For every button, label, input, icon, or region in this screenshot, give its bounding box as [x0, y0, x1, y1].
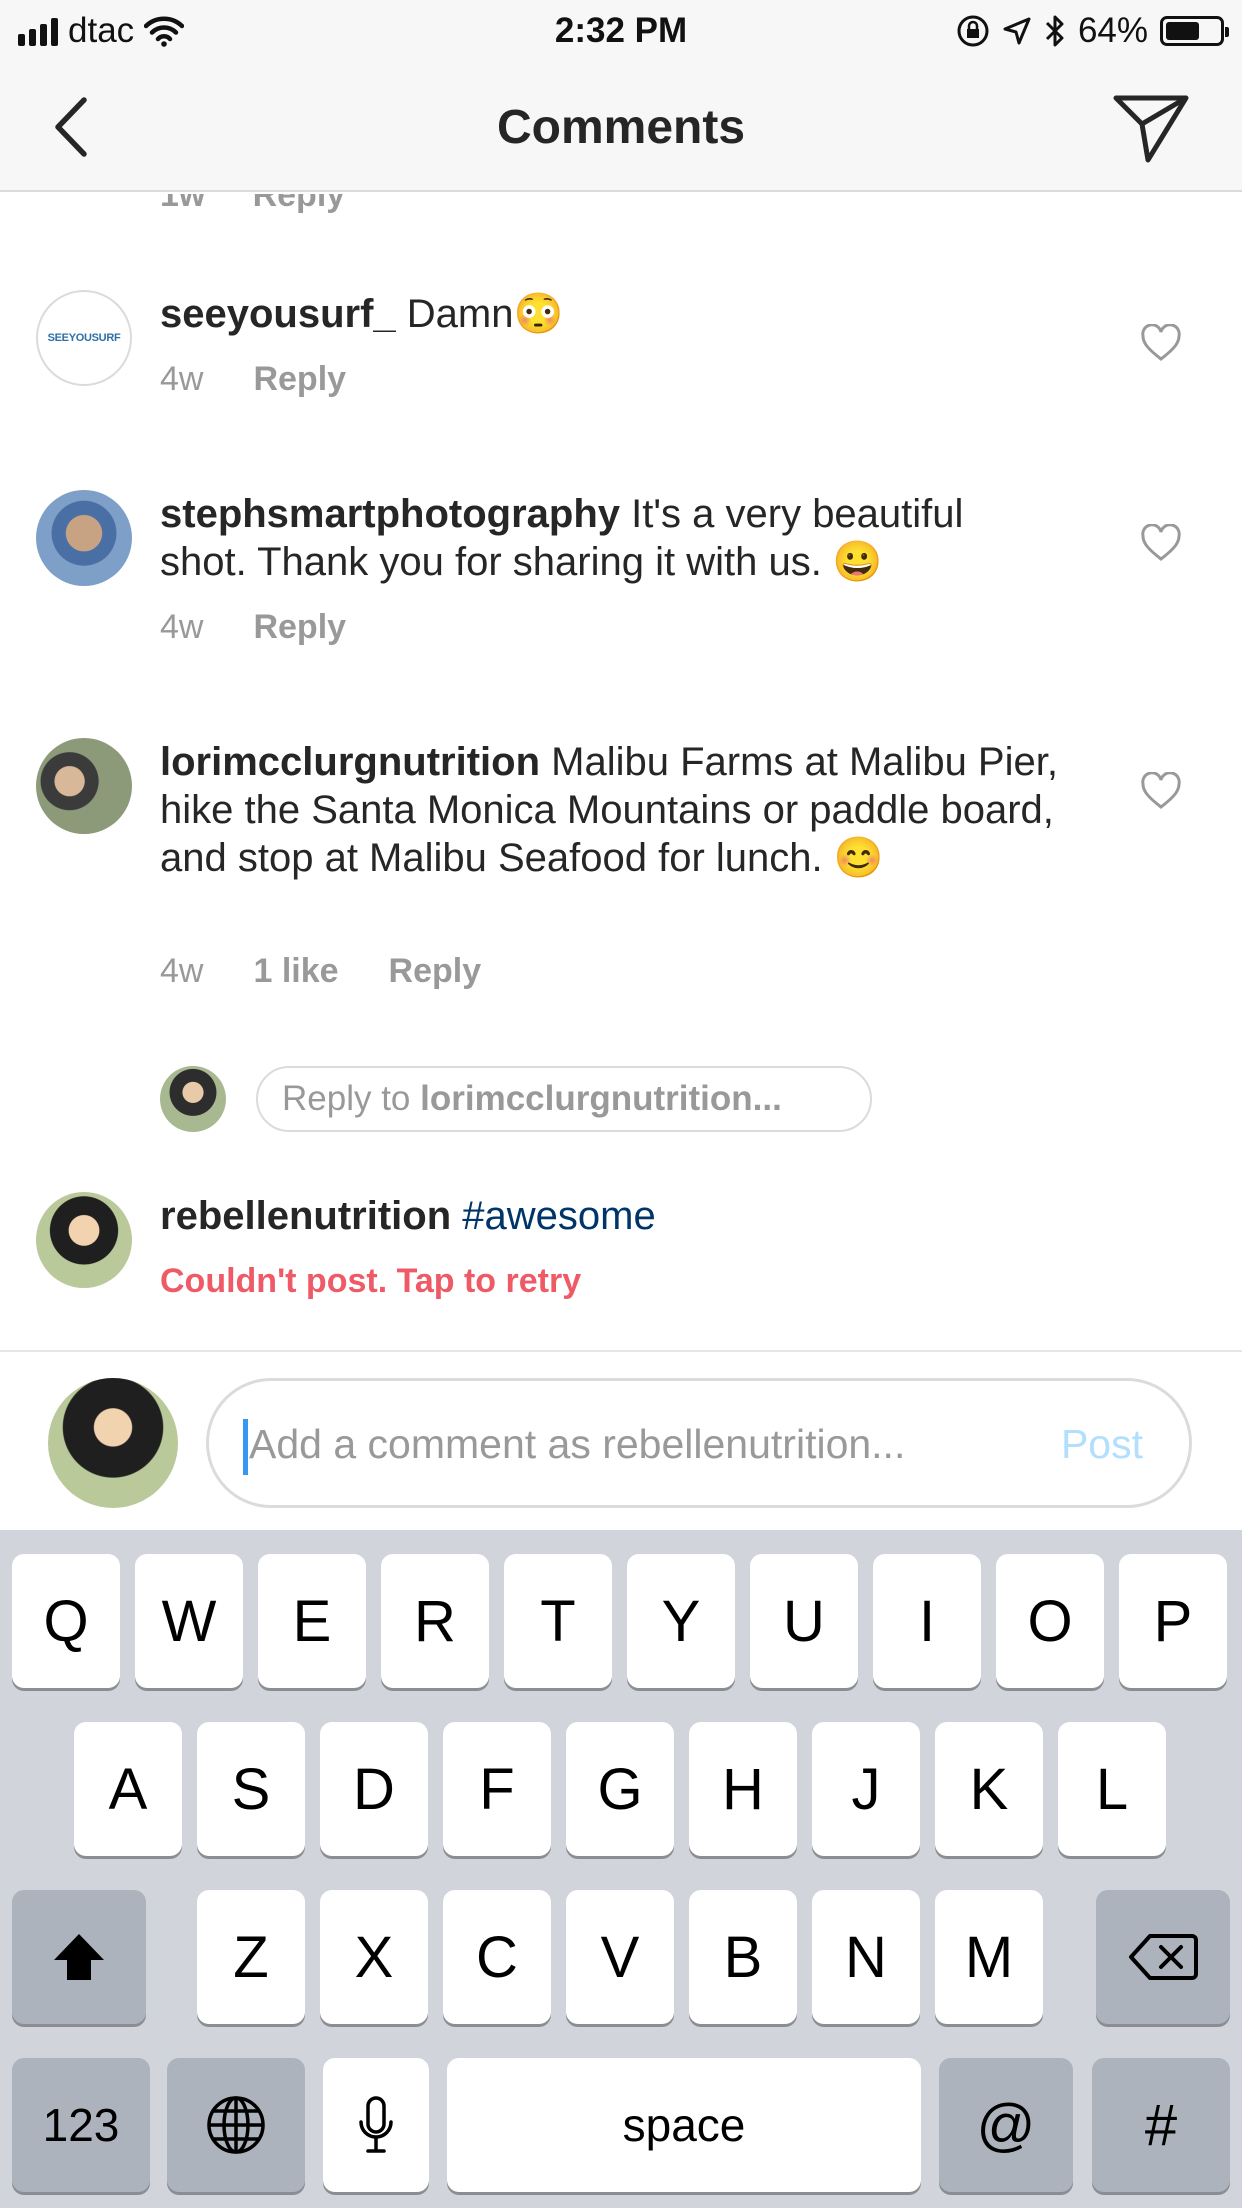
comment-meta: 4w Reply [160, 608, 346, 647]
comment-body: seeyousurf_ Damn😳 [160, 290, 1060, 338]
nav-bar: Comments [0, 62, 1242, 192]
key-w[interactable]: W [135, 1554, 243, 1688]
comment-username[interactable]: stephsmartphotography [160, 492, 620, 536]
location-icon [1003, 17, 1031, 45]
comment-body: lorimcclurgnutrition Malibu Farms at Mal… [160, 738, 1080, 882]
comment-time: 4w [160, 952, 204, 990]
microphone-icon [359, 2096, 393, 2153]
key-m[interactable]: M [935, 1890, 1043, 2024]
comment-meta: 4w Reply [160, 360, 346, 399]
key-t[interactable]: T [504, 1554, 612, 1688]
key-v[interactable]: V [566, 1890, 674, 2024]
avatar[interactable] [36, 738, 132, 834]
space-key[interactable]: space [447, 2058, 921, 2192]
reply-button[interactable]: Reply [253, 608, 346, 647]
comment-meta: 4w 1 like Reply [160, 952, 481, 991]
dictation-key[interactable] [323, 2058, 429, 2192]
bluetooth-icon [1045, 15, 1064, 47]
comment-hashtag[interactable]: #awesome [462, 1194, 655, 1238]
key-f[interactable]: F [443, 1722, 551, 1856]
comment-composer: Add a comment as rebellenutrition... Pos… [0, 1350, 1242, 1530]
post-error-retry[interactable]: Couldn't post. Tap to retry [160, 1262, 581, 1301]
comment-time: 4w [160, 608, 204, 646]
avatar[interactable] [36, 1192, 132, 1288]
key-r[interactable]: R [381, 1554, 489, 1688]
reply-composer: Reply to lorimcclurgnutrition... [160, 1066, 880, 1132]
hash-key[interactable]: # [1092, 2058, 1230, 2192]
orientation-lock-icon [957, 15, 989, 47]
key-i[interactable]: I [873, 1554, 981, 1688]
at-key[interactable]: @ [939, 2058, 1073, 2192]
key-k[interactable]: K [935, 1722, 1043, 1856]
my-avatar [48, 1378, 178, 1508]
post-button[interactable]: Post [1061, 1381, 1143, 1507]
key-y[interactable]: Y [627, 1554, 735, 1688]
like-heart-icon[interactable] [1140, 524, 1182, 562]
shift-icon [54, 1934, 104, 1980]
numbers-key[interactable]: 123 [12, 2058, 150, 2192]
avatar [160, 1066, 226, 1132]
key-z[interactable]: Z [197, 1890, 305, 2024]
backspace-key[interactable] [1096, 1890, 1230, 2024]
key-n[interactable]: N [812, 1890, 920, 2024]
reply-button[interactable]: Reply [253, 360, 346, 399]
like-heart-icon[interactable] [1140, 324, 1182, 362]
like-heart-icon[interactable] [1140, 772, 1182, 810]
backspace-icon [1129, 1934, 1198, 1980]
key-h[interactable]: H [689, 1722, 797, 1856]
direct-send-icon[interactable] [1112, 92, 1190, 164]
key-a[interactable]: A [74, 1722, 182, 1856]
key-l[interactable]: L [1058, 1722, 1166, 1856]
reply-button[interactable]: Reply [389, 952, 482, 991]
key-s[interactable]: S [197, 1722, 305, 1856]
key-d[interactable]: D [320, 1722, 428, 1856]
key-g[interactable]: G [566, 1722, 674, 1856]
key-x[interactable]: X [320, 1890, 428, 2024]
avatar[interactable] [36, 490, 132, 586]
shift-key[interactable] [12, 1890, 146, 2024]
battery-icon [1160, 16, 1229, 46]
key-u[interactable]: U [750, 1554, 858, 1688]
battery-percent: 64% [1077, 11, 1148, 50]
text-caret [243, 1419, 248, 1475]
status-bar: dtac 2:32 PM 64% [0, 0, 1242, 62]
comment-username[interactable]: rebellenutrition [160, 1194, 451, 1238]
page-title: Comments [496, 101, 746, 154]
likes-count[interactable]: 1 like [253, 952, 338, 991]
key-p[interactable]: P [1119, 1554, 1227, 1688]
comment-input[interactable]: Add a comment as rebellenutrition... Pos… [206, 1378, 1192, 1508]
comment-body: stephsmartphotography It's a very beauti… [160, 490, 1060, 586]
globe-key[interactable] [167, 2058, 305, 2192]
comment-list[interactable]: 1w Reply SEEYOUSURF seeyousurf_ Damn😳 4w… [0, 194, 1242, 1350]
key-q[interactable]: Q [12, 1554, 120, 1688]
key-b[interactable]: B [689, 1890, 797, 2024]
key-o[interactable]: O [996, 1554, 1104, 1688]
comment-text: Damn😳 [406, 292, 564, 336]
comment-body: rebellenutrition #awesome [160, 1192, 1060, 1240]
key-c[interactable]: C [443, 1890, 551, 2024]
comment-username[interactable]: lorimcclurgnutrition [160, 740, 540, 784]
reply-input[interactable]: Reply to lorimcclurgnutrition... [256, 1066, 872, 1132]
avatar[interactable]: SEEYOUSURF [36, 290, 132, 386]
status-right: 64% [956, 10, 1229, 52]
avatar-logo-text: SEEYOUSURF [47, 332, 121, 344]
keyboard: Q W E R T Y U I O P A S D F G H J K L Z … [0, 1530, 1242, 2208]
key-j[interactable]: J [812, 1722, 920, 1856]
clipped-comment-meta: 1w Reply [160, 194, 346, 214]
globe-icon [207, 2096, 265, 2154]
comment-username[interactable]: seeyousurf_ [160, 292, 396, 336]
reply-prompt-user: lorimcclurgnutrition... [420, 1079, 782, 1118]
key-e[interactable]: E [258, 1554, 366, 1688]
comment-input-placeholder: Add a comment as rebellenutrition... [249, 1421, 906, 1467]
comment-time: 4w [160, 360, 204, 398]
reply-prompt: Reply to [282, 1079, 421, 1118]
